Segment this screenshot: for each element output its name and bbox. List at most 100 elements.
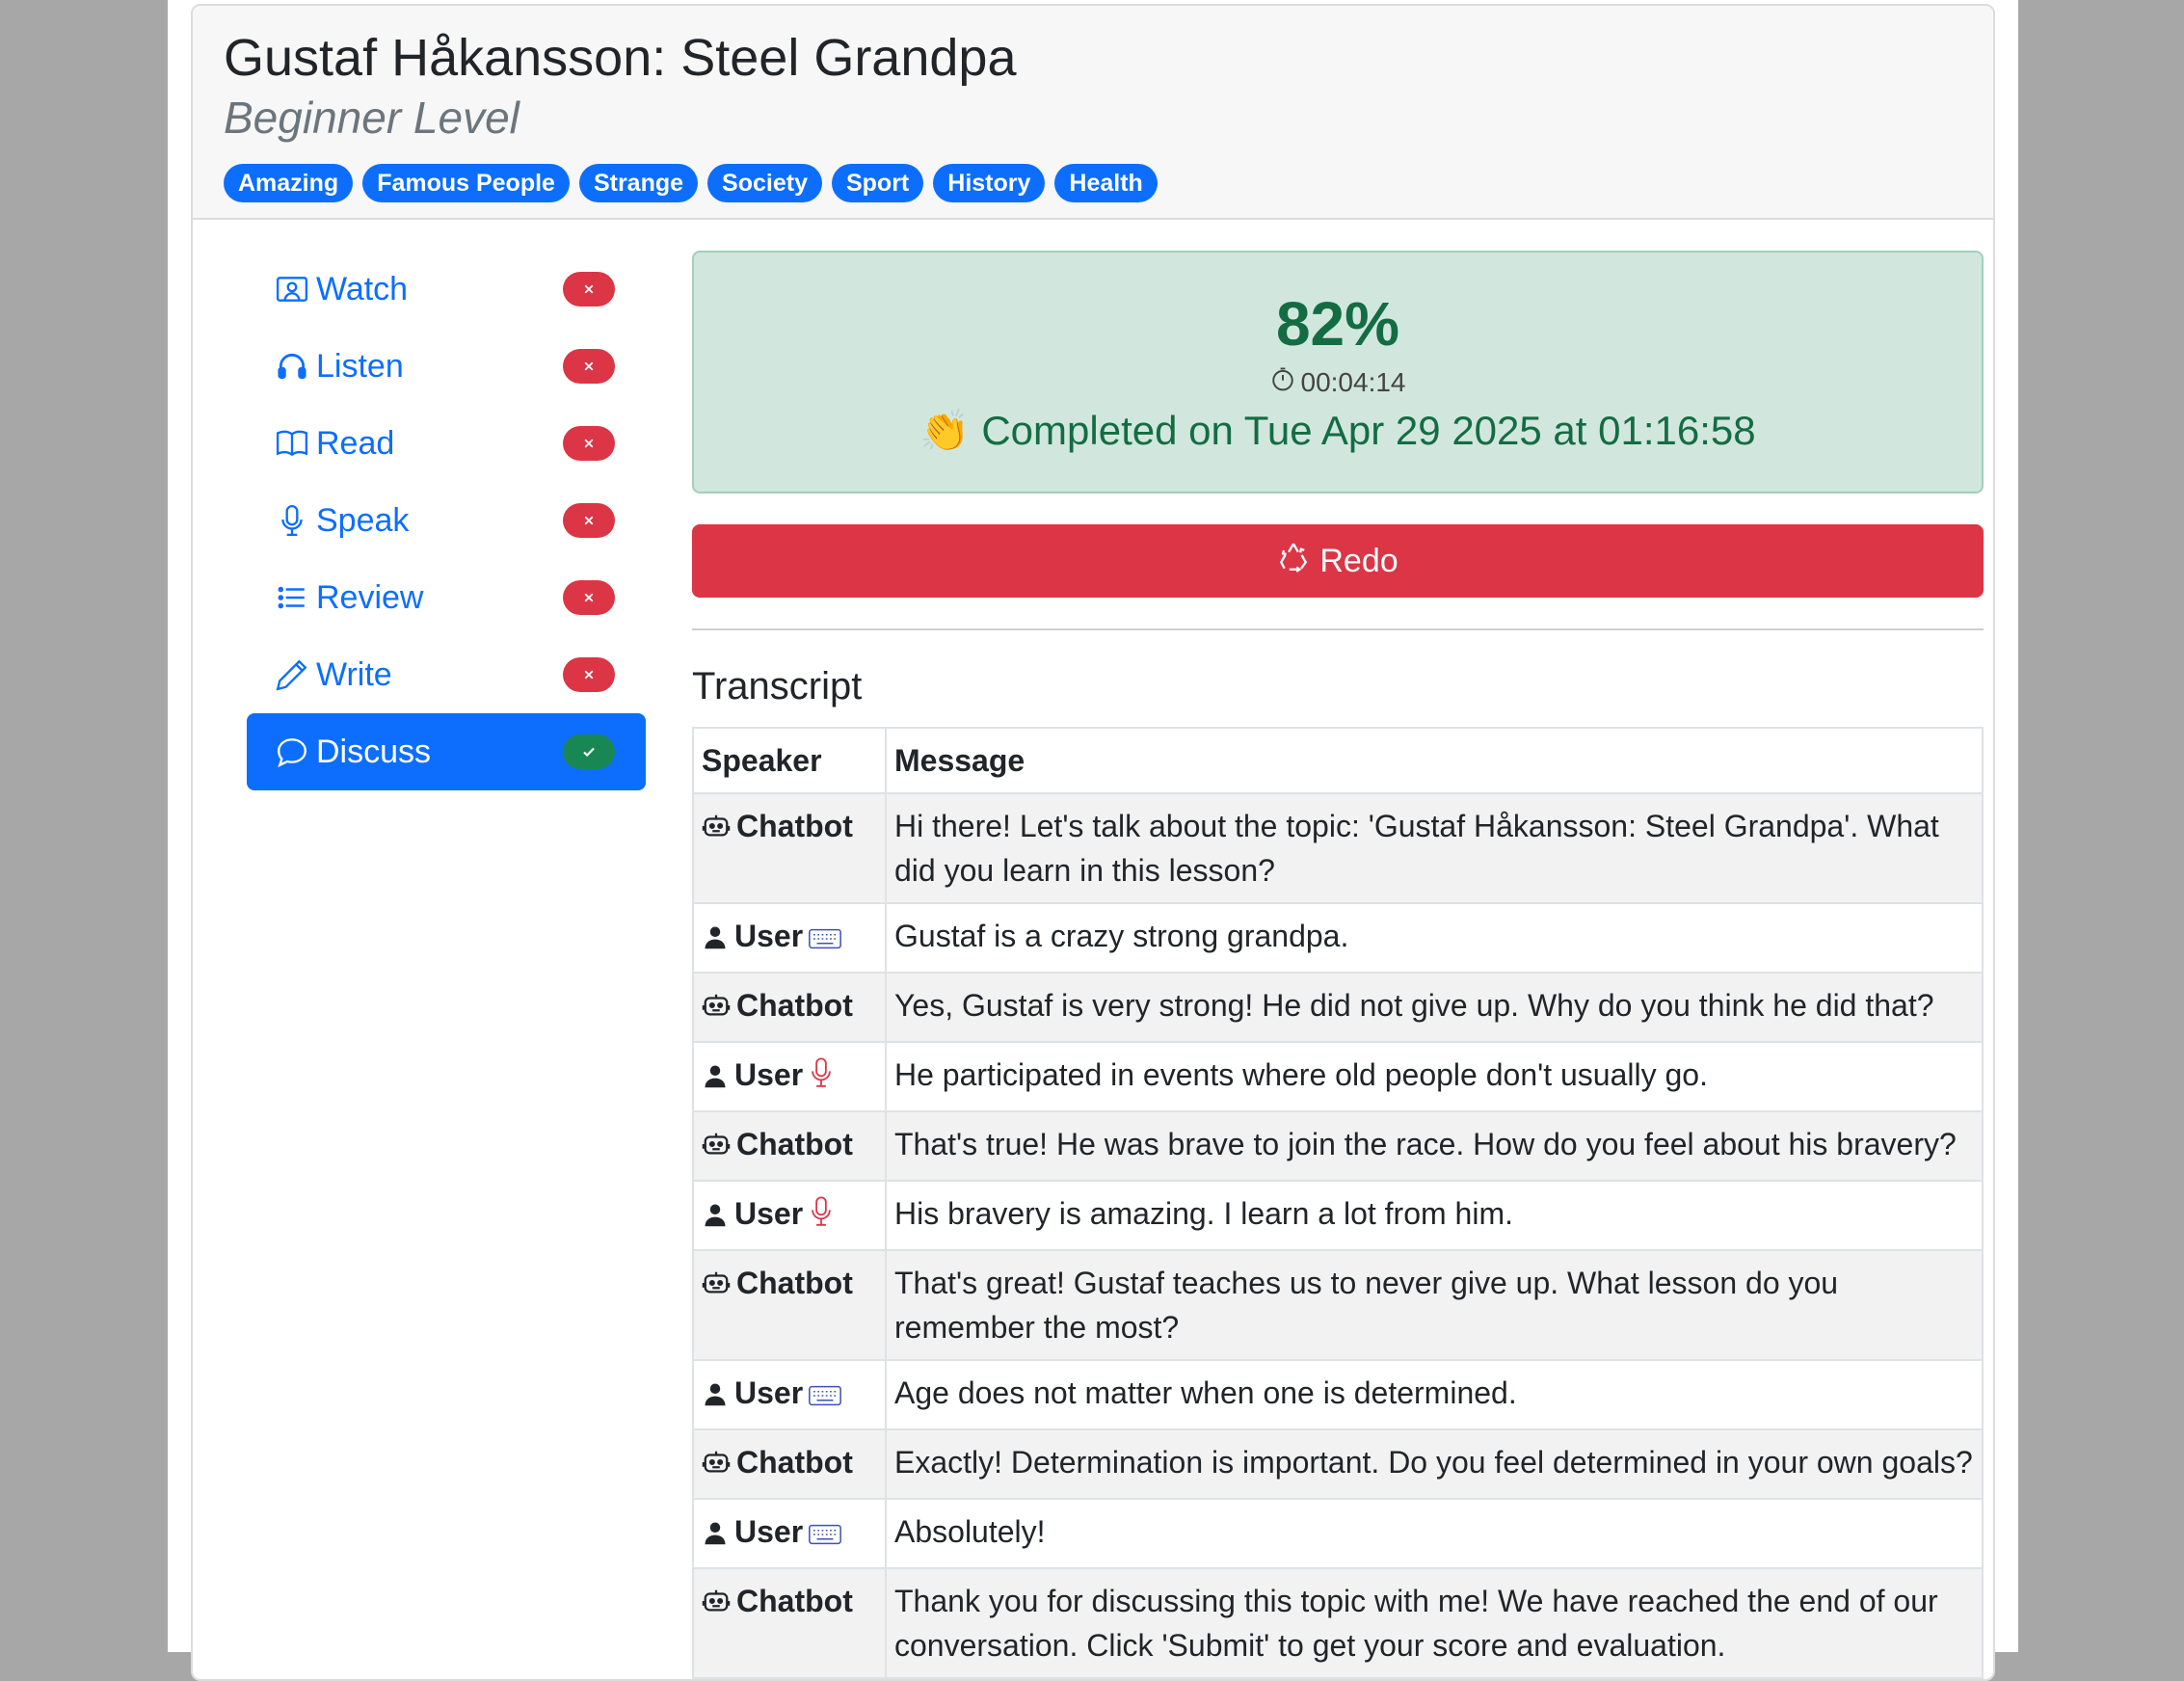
table-row: User Gustaf is a crazy strong grandpa. xyxy=(692,902,1984,974)
keyboard-icon xyxy=(809,1374,842,1419)
sidebar-item-label: Watch xyxy=(316,270,409,307)
speaker-cell: User xyxy=(692,902,887,974)
tag-health[interactable]: Health xyxy=(1054,164,1158,202)
message-cell: Absolutely! xyxy=(885,1498,1984,1569)
duration-value: 00:04:14 xyxy=(1300,366,1406,397)
speaker-cell: User xyxy=(692,1359,887,1430)
speaker-cell: User xyxy=(692,1498,887,1569)
speaker-cell: Chatbot xyxy=(692,792,887,904)
table-row: Chatbot Exactly! Determination is importa… xyxy=(692,1428,1984,1500)
robot-icon xyxy=(702,987,731,1031)
message-cell: Yes, Gustaf is very strong! He did not g… xyxy=(885,972,1984,1043)
tag-famous-people[interactable]: Famous People xyxy=(362,164,570,202)
speaker-name: Chatbot xyxy=(736,1127,853,1161)
book-icon xyxy=(276,427,308,460)
redo-button[interactable]: Redo xyxy=(692,524,1984,598)
speaker-name: Chatbot xyxy=(736,809,853,843)
speaker-name: User xyxy=(734,1057,804,1092)
speaker-cell: User xyxy=(692,1041,887,1112)
speaker-cell: Chatbot xyxy=(692,1428,887,1500)
speaker-name: Chatbot xyxy=(736,1266,853,1300)
microphone-icon xyxy=(276,504,308,537)
message-cell: He participated in events where old peop… xyxy=(885,1041,1984,1112)
speaker-cell: Chatbot xyxy=(692,1110,887,1182)
lesson-card: Gustaf Håkansson: Steel Grandpa Beginner… xyxy=(191,4,1995,1681)
redo-label: Redo xyxy=(1319,542,1398,579)
sidebar-item-label: Speak xyxy=(316,501,410,539)
divider xyxy=(692,628,1984,630)
tag-sport[interactable]: Sport xyxy=(831,164,924,202)
x-icon xyxy=(563,426,615,461)
table-row: User Age does not matter when one is dete… xyxy=(692,1359,1984,1430)
speaker-name: User xyxy=(734,1375,804,1410)
person-icon xyxy=(702,918,729,962)
sidebar-item-read[interactable]: Read xyxy=(247,405,646,482)
activity-sidebar: Watch Listen Read Speak Review Write Discuss xyxy=(247,251,646,790)
lesson-level: Beginner Level xyxy=(224,93,519,143)
tag-strange[interactable]: Strange xyxy=(578,164,699,202)
microphone-icon xyxy=(809,1195,834,1240)
message-cell: Thank you for discussing this topic with… xyxy=(885,1567,1984,1679)
transcript-table: Speaker Message Chatbot Hi there! Let's t… xyxy=(692,727,1984,1679)
sidebar-item-label: Write xyxy=(316,655,392,693)
stopwatch-icon xyxy=(1270,366,1295,398)
score-value: 82% xyxy=(1275,289,1400,359)
video-icon xyxy=(276,273,308,306)
sidebar-item-write[interactable]: Write xyxy=(247,636,646,713)
transcript-title: Transcript xyxy=(692,665,863,707)
robot-icon xyxy=(702,808,731,852)
table-row: Chatbot That's true! He was brave to join… xyxy=(692,1110,1984,1182)
speaker-name: Chatbot xyxy=(736,988,853,1023)
speaker-name: User xyxy=(734,1196,804,1231)
speaker-name: User xyxy=(734,1514,804,1549)
sidebar-item-watch[interactable]: Watch xyxy=(247,251,646,328)
headphones-icon xyxy=(276,350,308,383)
sidebar-item-speak[interactable]: Speak xyxy=(247,482,646,559)
column-header-message: Message xyxy=(885,727,1984,794)
table-row: User Absolutely! xyxy=(692,1498,1984,1569)
tag-society[interactable]: Society xyxy=(707,164,822,202)
lesson-header: Gustaf Håkansson: Steel Grandpa Beginner… xyxy=(193,6,1993,220)
table-row: User He participated in events where old … xyxy=(692,1041,1984,1112)
table-row: Chatbot Hi there! Let's talk about the to… xyxy=(692,792,1984,904)
message-cell: Age does not matter when one is determin… xyxy=(885,1359,1984,1430)
microphone-icon xyxy=(809,1056,834,1101)
person-icon xyxy=(702,1056,729,1101)
result-panel: 82% 00:04:14 👏 Completed on Tue Apr 29 2… xyxy=(692,251,1984,494)
message-cell: His bravery is amazing. I learn a lot fr… xyxy=(885,1180,1984,1251)
sidebar-item-listen[interactable]: Listen xyxy=(247,328,646,405)
tag-history[interactable]: History xyxy=(933,164,1046,202)
keyboard-icon xyxy=(809,918,842,962)
speaker-name: Chatbot xyxy=(736,1445,853,1480)
x-icon xyxy=(563,272,615,307)
robot-icon xyxy=(702,1583,731,1627)
speaker-name: User xyxy=(734,919,804,953)
table-row: Chatbot That's great! Gustaf teaches us t… xyxy=(692,1249,1984,1361)
person-icon xyxy=(702,1195,729,1240)
lesson-title: Gustaf Håkansson: Steel Grandpa xyxy=(224,29,1017,87)
x-icon xyxy=(563,349,615,384)
list-icon xyxy=(276,581,308,614)
sidebar-item-label: Read xyxy=(316,424,395,462)
message-cell: Gustaf is a crazy strong grandpa. xyxy=(885,902,1984,974)
speaker-cell: Chatbot xyxy=(692,1249,887,1361)
table-header-row: Speaker Message xyxy=(692,727,1984,794)
tag-list: Amazing Famous People Strange Society Sport H… xyxy=(224,164,1993,202)
message-cell: Exactly! Determination is important. Do … xyxy=(885,1428,1984,1500)
x-icon xyxy=(563,580,615,615)
robot-icon xyxy=(702,1265,731,1309)
duration: 00:04:14 xyxy=(694,366,1982,398)
speaker-name: Chatbot xyxy=(736,1584,853,1618)
sidebar-item-label: Listen xyxy=(316,347,404,385)
speaker-cell: Chatbot xyxy=(692,972,887,1043)
message-cell: Hi there! Let's talk about the topic: 'G… xyxy=(885,792,1984,904)
table-row: Chatbot Thank you for discussing this top… xyxy=(692,1567,1984,1679)
tag-amazing[interactable]: Amazing xyxy=(224,164,354,202)
sidebar-item-label: Discuss xyxy=(316,733,432,770)
sidebar-item-review[interactable]: Review xyxy=(247,559,646,636)
sidebar-item-discuss[interactable]: Discuss xyxy=(247,713,646,790)
chat-icon xyxy=(276,735,308,768)
table-row: Chatbot Yes, Gustaf is very strong! He di… xyxy=(692,972,1984,1043)
message-cell: That's true! He was brave to join the ra… xyxy=(885,1110,1984,1182)
message-cell: That's great! Gustaf teaches us to never… xyxy=(885,1249,1984,1361)
